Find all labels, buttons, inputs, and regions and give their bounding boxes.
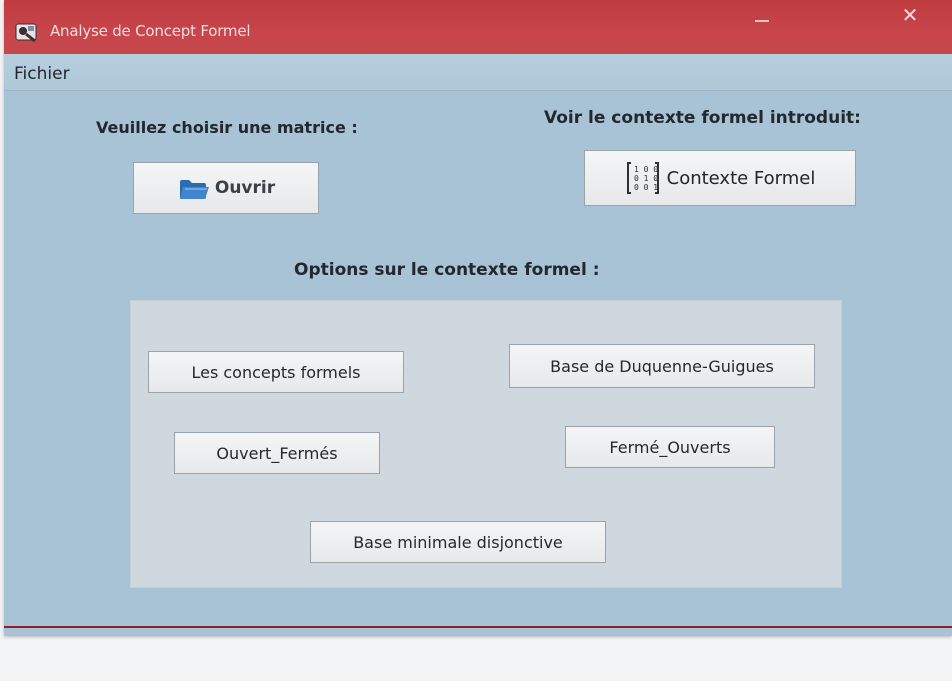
close-button[interactable]: ✕ bbox=[898, 3, 922, 27]
formal-concepts-button-label: Les concepts formels bbox=[191, 362, 361, 382]
open-button[interactable]: Ouvrir bbox=[133, 162, 319, 214]
minimize-icon bbox=[755, 20, 769, 22]
open-closed-button-label: Ouvert_Fermés bbox=[216, 443, 338, 463]
folder-icon bbox=[179, 180, 209, 199]
app-icon bbox=[15, 23, 37, 43]
duquenne-guigues-base-button-label: Base de Duquenne-Guigues bbox=[550, 356, 774, 376]
formal-context-button[interactable]: 1 0 0 0 1 0 0 0 1 Contexte Formel bbox=[584, 150, 856, 206]
minimal-disjunctive-base-button-label: Base minimale disjonctive bbox=[353, 532, 563, 552]
options-label: Options sur le contexte formel : bbox=[294, 260, 600, 280]
choose-matrix-label: Veuillez choisir une matrice : bbox=[96, 118, 358, 137]
formal-context-button-label: Contexte Formel bbox=[666, 167, 816, 189]
svg-text:1 0 0: 1 0 0 bbox=[634, 165, 658, 174]
window-bottom-border bbox=[4, 626, 952, 628]
title-bar[interactable]: Analyse de Concept Formel ✕ bbox=[4, 0, 952, 54]
svg-text:0 0 1: 0 0 1 bbox=[634, 183, 658, 192]
matrix-icon: 1 0 0 0 1 0 0 0 1 bbox=[626, 162, 659, 194]
svg-text:0 1 0: 0 1 0 bbox=[634, 174, 658, 183]
menu-item-fichier[interactable]: Fichier bbox=[12, 64, 72, 84]
view-context-label: Voir le contexte formel introduit: bbox=[544, 108, 861, 128]
duquenne-guigues-base-button[interactable]: Base de Duquenne-Guigues bbox=[509, 344, 815, 388]
close-icon: ✕ bbox=[901, 3, 919, 27]
window-title: Analyse de Concept Formel bbox=[50, 22, 251, 40]
minimal-disjunctive-base-button[interactable]: Base minimale disjonctive bbox=[310, 521, 606, 563]
menu-bar: Fichier bbox=[4, 54, 952, 91]
closed-open-button[interactable]: Fermé_Ouverts bbox=[565, 426, 775, 468]
closed-open-button-label: Fermé_Ouverts bbox=[609, 437, 731, 457]
main-window: Analyse de Concept Formel ✕ Fichier Veui… bbox=[4, 0, 952, 636]
minimize-button[interactable] bbox=[752, 12, 774, 26]
open-button-label: Ouvrir bbox=[214, 178, 276, 198]
open-closed-button[interactable]: Ouvert_Fermés bbox=[174, 432, 380, 474]
formal-concepts-button[interactable]: Les concepts formels bbox=[148, 351, 404, 393]
